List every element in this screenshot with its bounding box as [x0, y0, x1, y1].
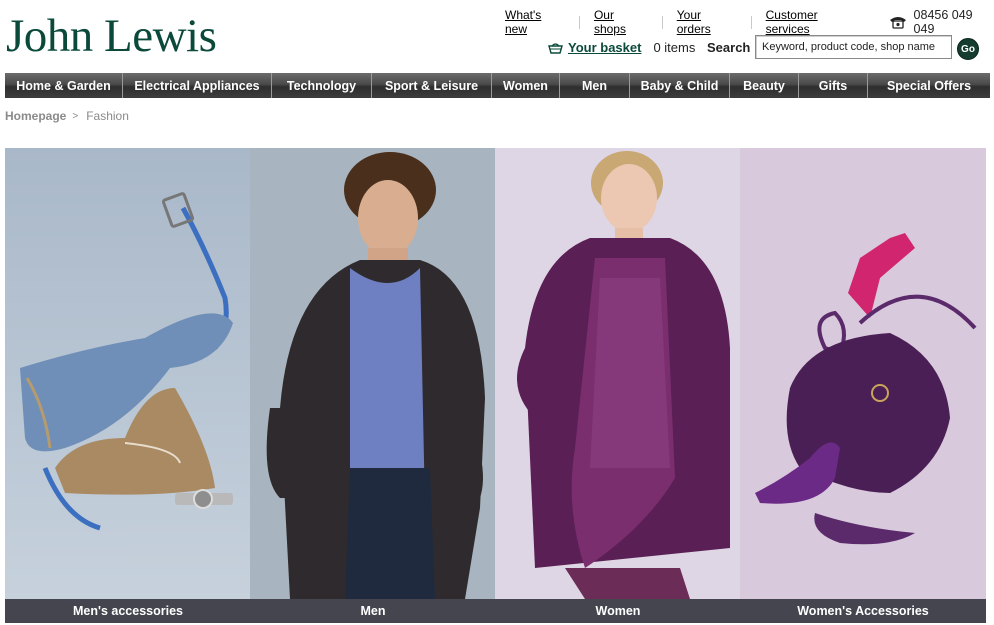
caption-women[interactable]: Women	[495, 599, 741, 623]
category-panels: Men's accessories Men Women Women's Acce…	[5, 148, 989, 623]
nav-men[interactable]: Men	[560, 73, 630, 98]
womens-accessories-image	[740, 148, 986, 599]
basket: Your basket 0 items	[548, 40, 695, 55]
panel-mens-accessories[interactable]: Men's accessories	[5, 148, 251, 623]
breadcrumb-separator: >	[72, 110, 79, 122]
mens-accessories-image	[5, 148, 251, 599]
breadcrumb-homepage[interactable]: Homepage	[5, 109, 66, 123]
divider	[661, 15, 663, 29]
women-image	[495, 148, 741, 599]
telephone-icon	[888, 15, 908, 29]
caption-mens-accessories[interactable]: Men's accessories	[5, 599, 251, 623]
divider	[750, 15, 752, 29]
caption-womens-accessories[interactable]: Women's Accessories	[740, 599, 986, 623]
utility-links: What's new Our shops Your orders Custome…	[505, 8, 994, 36]
basket-count: 0 items	[653, 40, 696, 55]
phone-number: 08456 049 049	[913, 8, 973, 36]
men-image	[250, 148, 496, 599]
nav-electrical-appliances[interactable]: Electrical Appliances	[123, 73, 272, 98]
nav-gifts[interactable]: Gifts	[799, 73, 868, 98]
phone-contact: 08456 049 049	[888, 8, 994, 36]
your-basket-link[interactable]: Your basket	[568, 40, 641, 55]
page: John Lewis What's new Our shops Your ord…	[0, 0, 994, 625]
nav-special-offers[interactable]: Special Offers	[868, 73, 990, 98]
panel-womens-accessories[interactable]: Women's Accessories	[740, 148, 986, 623]
breadcrumb: Homepage > Fashion	[5, 109, 129, 123]
breadcrumb-current: Fashion	[86, 109, 129, 123]
whats-new-link[interactable]: What's new	[505, 8, 565, 36]
customer-services-link[interactable]: Customer services	[766, 8, 863, 36]
panel-men[interactable]: Men	[250, 148, 496, 623]
nav-women[interactable]: Women	[492, 73, 560, 98]
go-button[interactable]: Go	[957, 38, 979, 60]
basket-icon[interactable]	[548, 42, 563, 54]
nav-baby-child[interactable]: Baby & Child	[630, 73, 730, 98]
divider	[578, 15, 580, 29]
panel-women[interactable]: Women	[495, 148, 741, 623]
john-lewis-logo[interactable]: John Lewis	[6, 10, 217, 62]
main-nav: Home & Garden Electrical Appliances Tech…	[5, 73, 990, 98]
nav-home-garden[interactable]: Home & Garden	[5, 73, 123, 98]
search-label: Search	[707, 40, 751, 55]
nav-technology[interactable]: Technology	[272, 73, 372, 98]
caption-men[interactable]: Men	[250, 599, 496, 623]
nav-beauty[interactable]: Beauty	[730, 73, 799, 98]
our-shops-link[interactable]: Our shops	[594, 8, 648, 36]
search-input[interactable]	[755, 35, 952, 59]
your-orders-link[interactable]: Your orders	[677, 8, 737, 36]
nav-sport-leisure[interactable]: Sport & Leisure	[372, 73, 492, 98]
